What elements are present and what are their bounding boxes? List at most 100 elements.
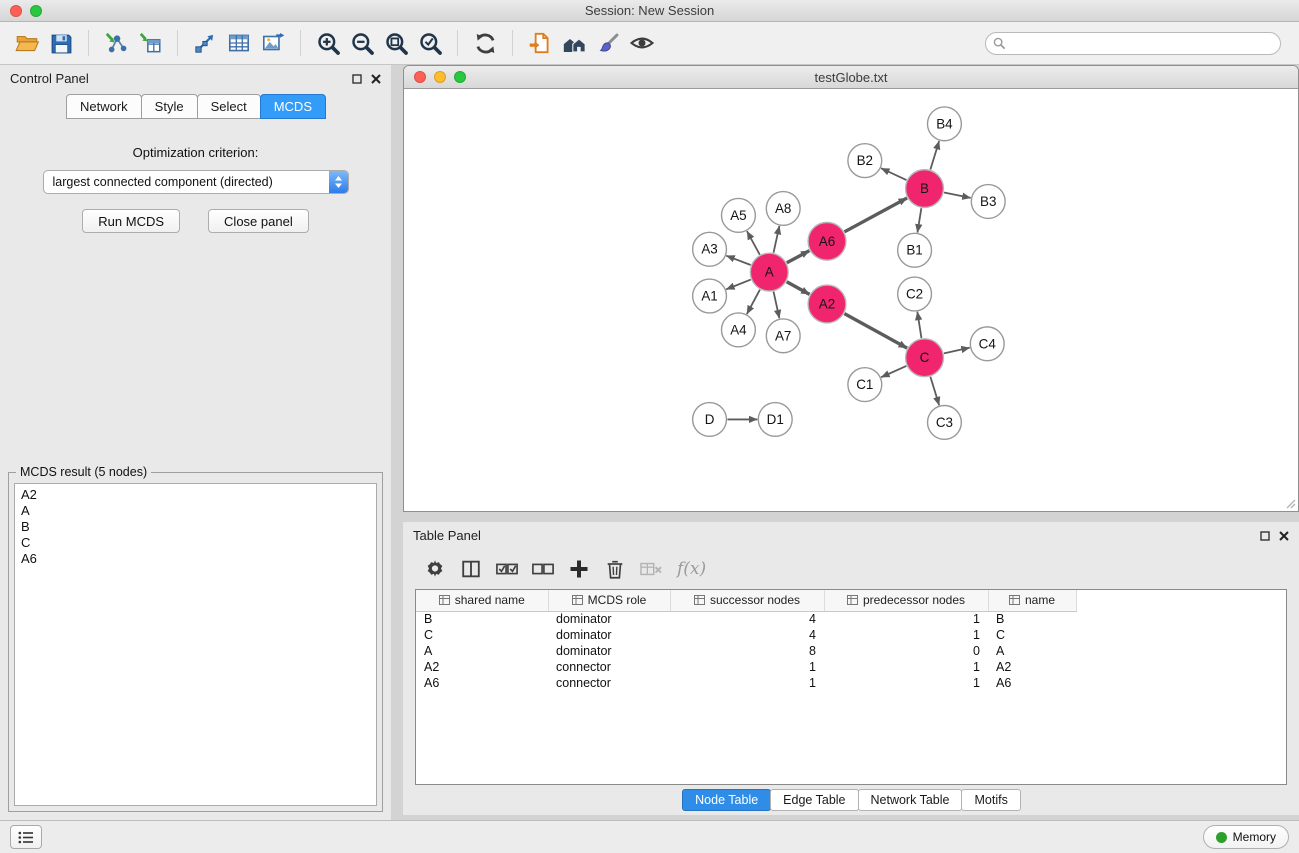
zoom-fit-button[interactable] <box>379 26 413 60</box>
tab-motifs[interactable]: Motifs <box>961 789 1020 811</box>
graph-edge-C-C4[interactable] <box>944 348 970 354</box>
table-settings-button[interactable] <box>419 553 451 585</box>
optimization-criterion-select[interactable]: largest connected component (directed) <box>43 170 349 194</box>
graph-edge-A-A7[interactable] <box>774 292 780 319</box>
tab-mcds[interactable]: MCDS <box>260 94 326 119</box>
table-cell[interactable]: connector <box>548 659 670 675</box>
graph-node-B2[interactable]: B2 <box>848 144 882 178</box>
table-cell[interactable]: C <box>988 627 1076 643</box>
export-image-button[interactable] <box>256 26 290 60</box>
new-table-button[interactable] <box>222 26 256 60</box>
tab-node-table[interactable]: Node Table <box>682 789 771 811</box>
graph-node-B3[interactable]: B3 <box>971 185 1005 219</box>
graph-edge-C-C2[interactable] <box>917 312 921 338</box>
close-panel-button[interactable] <box>371 74 381 84</box>
graph-edge-C-C1[interactable] <box>881 366 906 377</box>
tab-network[interactable]: Network <box>66 94 142 119</box>
graph-node-A8[interactable]: A8 <box>766 192 800 226</box>
home-button[interactable] <box>557 26 591 60</box>
table-cell[interactable]: 1 <box>824 611 988 627</box>
graph-node-C4[interactable]: C4 <box>970 327 1004 361</box>
zoom-out-button[interactable] <box>345 26 379 60</box>
graph-edge-B-B2[interactable] <box>881 168 906 180</box>
show-columns-button[interactable] <box>455 553 487 585</box>
table-cell[interactable]: A6 <box>416 675 548 691</box>
table-cell[interactable]: 0 <box>824 643 988 659</box>
zoom-in-button[interactable] <box>311 26 345 60</box>
graph-edge-A6-B[interactable] <box>845 198 908 232</box>
select-all-button[interactable] <box>491 553 523 585</box>
refresh-button[interactable] <box>468 26 502 60</box>
table-cell[interactable]: B <box>416 611 548 627</box>
graph-node-C3[interactable]: C3 <box>928 406 962 440</box>
table-row[interactable]: A6connector11A6 <box>416 675 1286 691</box>
table-cell[interactable]: 8 <box>670 643 824 659</box>
node-table-container[interactable]: shared nameMCDS rolesuccessor nodesprede… <box>415 589 1287 785</box>
table-row[interactable]: Adominator80A <box>416 643 1286 659</box>
close-table-panel-button[interactable] <box>1279 531 1289 541</box>
network-canvas[interactable]: B4B2BB3A5A8A6A3B1AC2A1A2A4A7C4CC1C3DD1 <box>404 88 1298 511</box>
memory-button[interactable]: Memory <box>1203 825 1289 849</box>
table-row[interactable]: Cdominator41C <box>416 627 1286 643</box>
zoom-selected-button[interactable] <box>413 26 447 60</box>
table-cell[interactable]: dominator <box>548 611 670 627</box>
table-cell[interactable]: 4 <box>670 611 824 627</box>
column-header-shared-name[interactable]: shared name <box>416 590 548 611</box>
table-cell[interactable]: 1 <box>824 659 988 675</box>
table-cell[interactable]: 1 <box>670 675 824 691</box>
tab-edge-table[interactable]: Edge Table <box>770 789 858 811</box>
graph-edge-A2-C[interactable] <box>844 314 907 349</box>
graph-edge-B-B4[interactable] <box>930 141 939 170</box>
run-mcds-button[interactable]: Run MCDS <box>82 209 180 233</box>
mcds-result-item[interactable]: A <box>21 503 370 519</box>
open-session-button[interactable] <box>10 26 44 60</box>
graph-node-A7[interactable]: A7 <box>766 319 800 353</box>
column-header-successor-nodes[interactable]: successor nodes <box>670 590 824 611</box>
table-cell[interactable]: connector <box>548 675 670 691</box>
mcds-result-item[interactable]: A2 <box>21 487 370 503</box>
graph-edge-B-B1[interactable] <box>917 208 921 232</box>
column-header-predecessor-nodes[interactable]: predecessor nodes <box>824 590 988 611</box>
table-cell[interactable]: 1 <box>824 675 988 691</box>
table-cell[interactable]: dominator <box>548 643 670 659</box>
graph-node-C[interactable]: C <box>906 339 944 377</box>
mcds-result-list[interactable]: A2ABCA6 <box>14 483 377 806</box>
graph-node-C2[interactable]: C2 <box>898 277 932 311</box>
table-cell[interactable]: A6 <box>988 675 1076 691</box>
delete-table-button[interactable] <box>635 553 667 585</box>
float-table-panel-button[interactable] <box>1260 531 1270 541</box>
graph-edge-A-A8[interactable] <box>774 226 780 253</box>
graph-node-D1[interactable]: D1 <box>758 403 792 437</box>
graph-edge-C-C3[interactable] <box>930 377 939 406</box>
search-input[interactable] <box>985 32 1281 55</box>
mcds-result-item[interactable]: B <box>21 519 370 535</box>
table-cell[interactable]: B <box>988 611 1076 627</box>
graph-node-A3[interactable]: A3 <box>693 232 727 266</box>
function-builder-button[interactable]: f(x) <box>677 559 706 579</box>
graph-edge-B-B3[interactable] <box>944 192 971 197</box>
table-cell[interactable]: A2 <box>988 659 1076 675</box>
graph-edge-A-A2[interactable] <box>787 282 810 295</box>
tab-network-table[interactable]: Network Table <box>858 789 963 811</box>
table-cell[interactable]: A2 <box>416 659 548 675</box>
table-cell[interactable]: C <box>416 627 548 643</box>
table-row[interactable]: A2connector11A2 <box>416 659 1286 675</box>
table-cell[interactable]: 1 <box>824 627 988 643</box>
mcds-result-item[interactable]: C <box>21 535 370 551</box>
tab-select[interactable]: Select <box>197 94 261 119</box>
graph-node-A5[interactable]: A5 <box>721 198 755 232</box>
table-cell[interactable]: A <box>416 643 548 659</box>
delete-column-button[interactable] <box>599 553 631 585</box>
graph-node-A[interactable]: A <box>750 253 788 291</box>
apply-style-button[interactable] <box>591 26 625 60</box>
graph-node-B4[interactable]: B4 <box>928 107 962 141</box>
graph-node-B1[interactable]: B1 <box>898 233 932 267</box>
graph-node-B[interactable]: B <box>906 170 944 208</box>
column-header-name[interactable]: name <box>988 590 1076 611</box>
show-graphics-details-button[interactable] <box>625 26 659 60</box>
graph-edge-A-A6[interactable] <box>787 251 810 263</box>
table-row[interactable]: Bdominator41B <box>416 611 1286 627</box>
import-table-button[interactable] <box>133 26 167 60</box>
task-history-button[interactable] <box>10 825 42 849</box>
graph-node-A6[interactable]: A6 <box>808 222 846 260</box>
